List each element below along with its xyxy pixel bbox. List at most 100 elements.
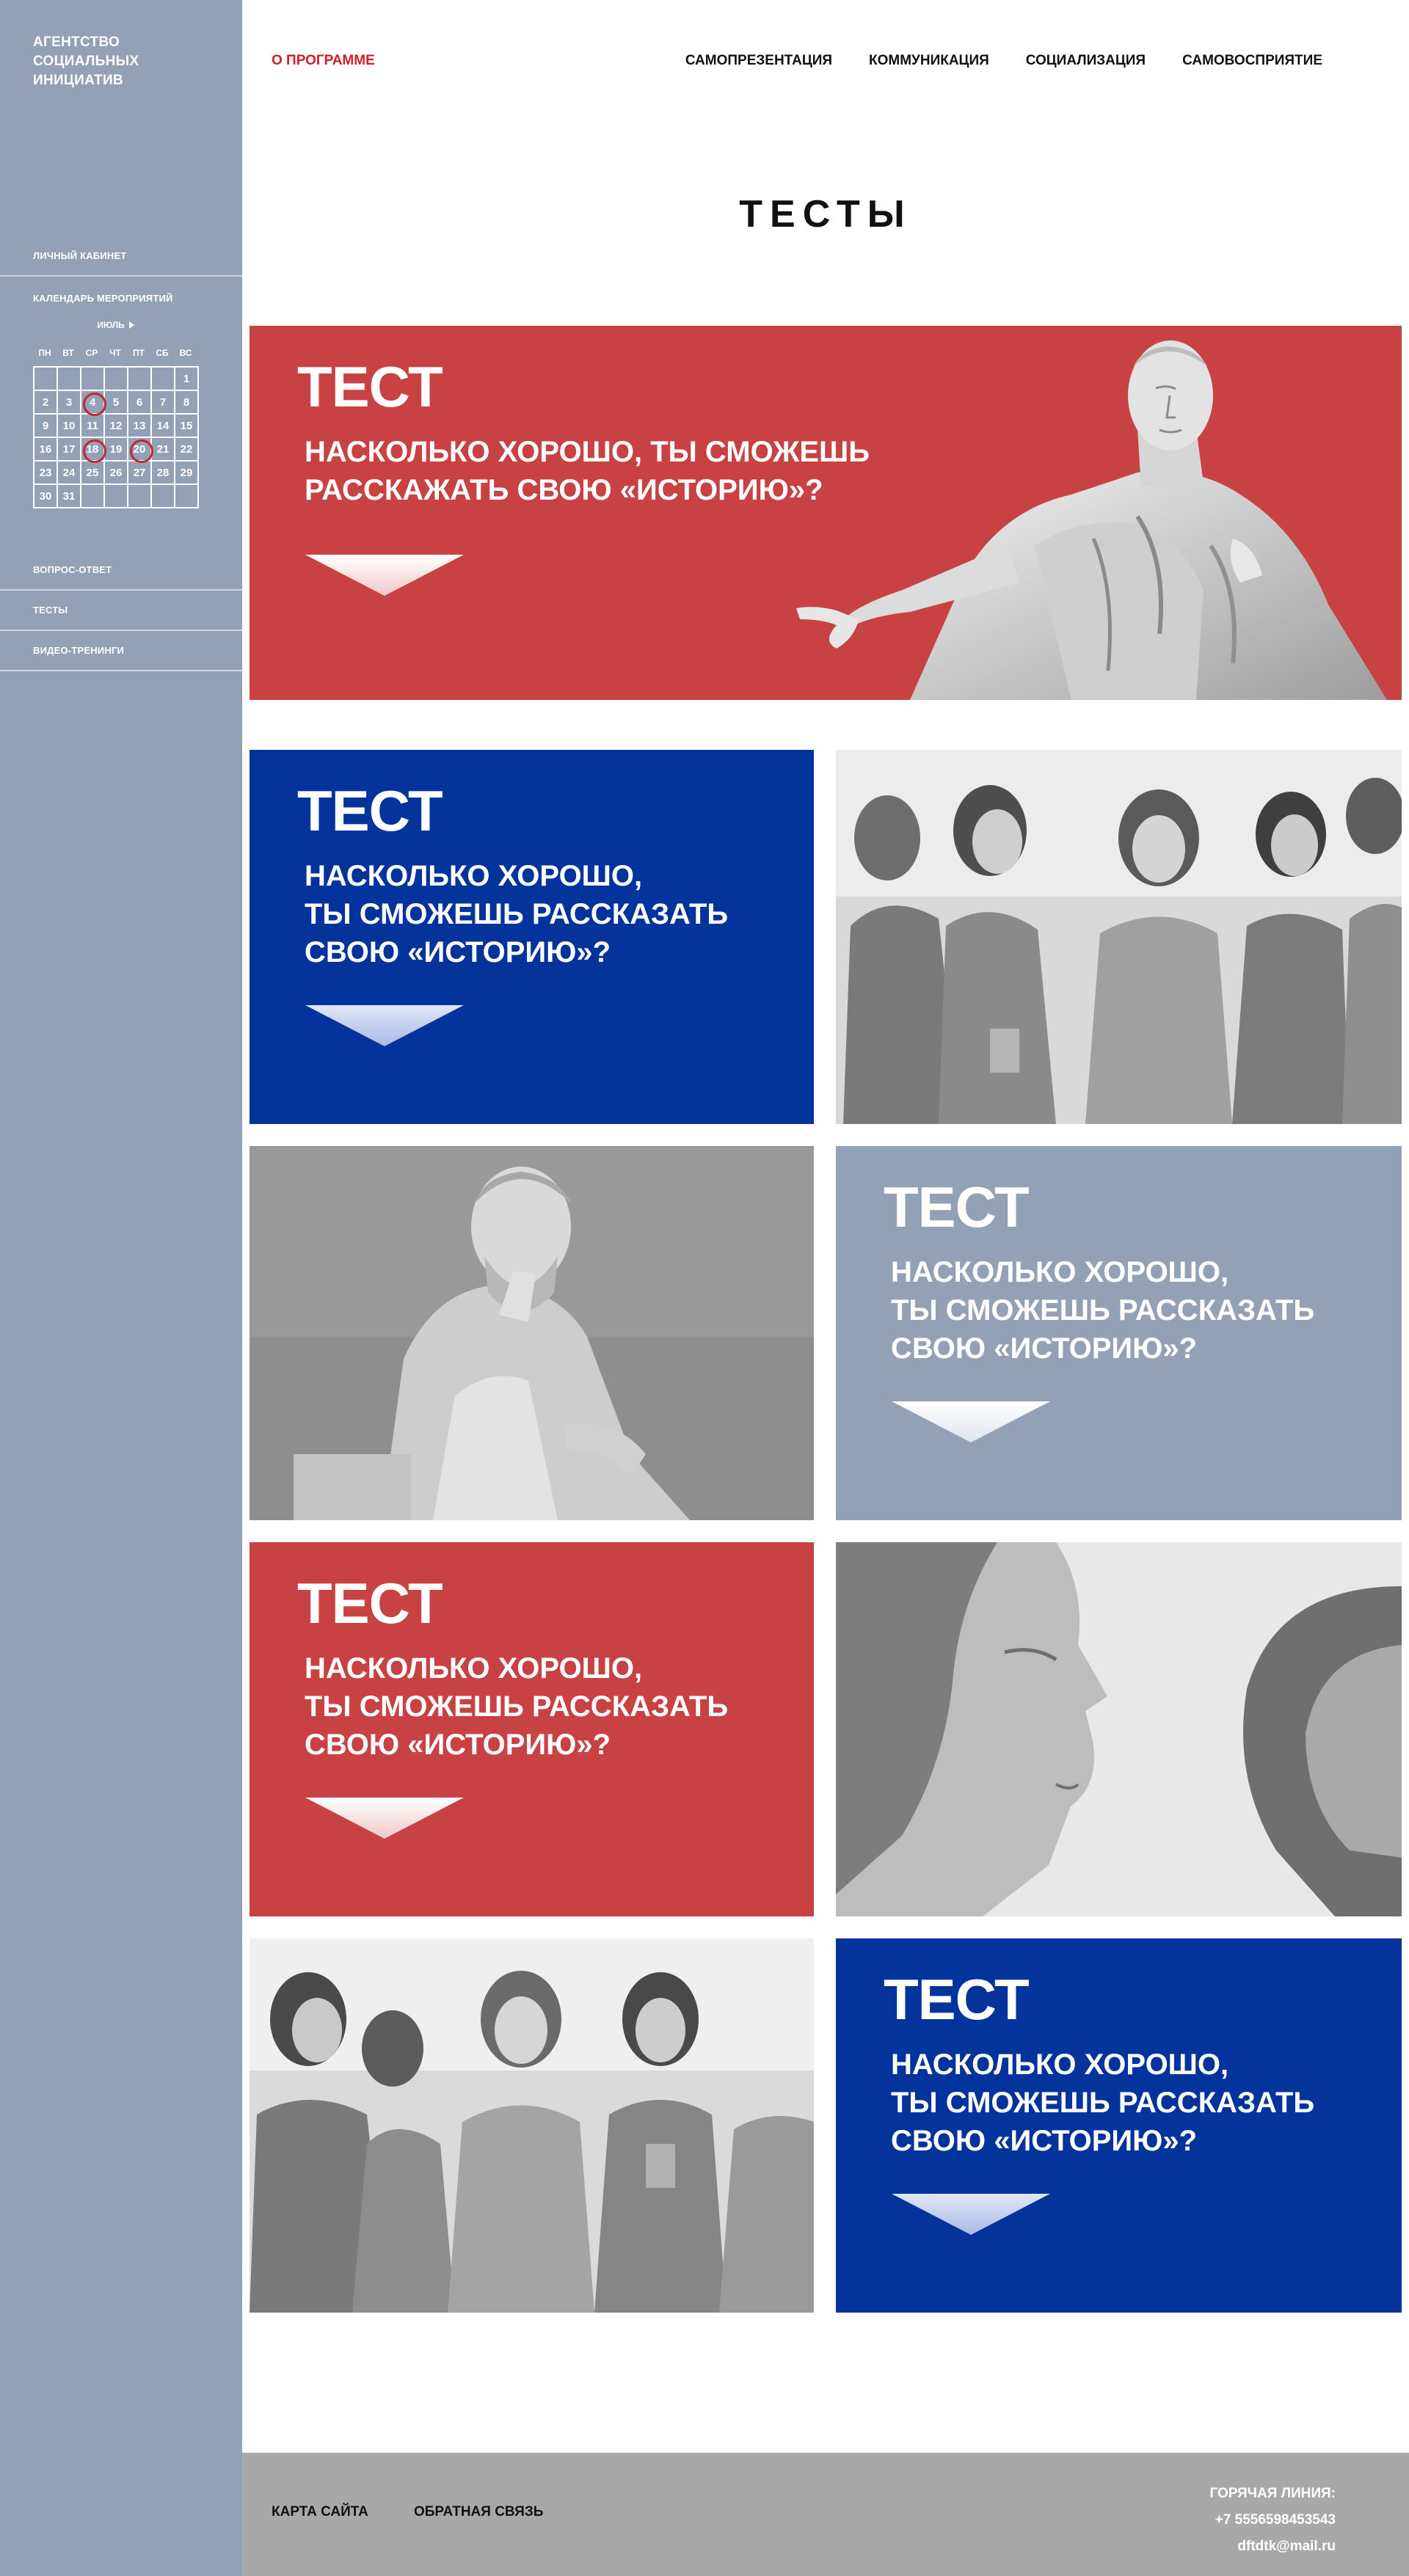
calendar-day[interactable]: 29 bbox=[175, 461, 199, 485]
calendar-empty-cell bbox=[152, 485, 175, 508]
calendar-day[interactable]: 12 bbox=[105, 415, 128, 438]
test-question-line: РАССКАЖАТЬ СВОЮ «ИСТОРИЮ»? bbox=[305, 474, 823, 506]
calendar-day[interactable]: 15 bbox=[175, 415, 199, 438]
calendar-day[interactable]: 1 bbox=[175, 368, 199, 391]
sidebar-divider bbox=[0, 670, 242, 671]
test-card-hero[interactable]: ТЕСТ НАСКОЛЬКО ХОРОШО, ТЫ СМОЖЕШЬ РАССКА… bbox=[250, 326, 1402, 700]
chevron-down-icon[interactable] bbox=[892, 2194, 1050, 2235]
footer-feedback-link[interactable]: ОБРАТНАЯ СВЯЗЬ bbox=[414, 2504, 543, 2520]
calendar-empty-cell bbox=[105, 485, 128, 508]
calendar-month[interactable]: ИЮЛЬ bbox=[33, 320, 198, 330]
calendar-day[interactable]: 11 bbox=[81, 415, 105, 438]
calendar-month-label: ИЮЛЬ bbox=[97, 320, 125, 330]
calendar-day[interactable]: 30 bbox=[34, 485, 58, 508]
calendar-weekdays: ПН ВТ СР ЧТ ПТ СБ ВС bbox=[33, 348, 199, 358]
test-question-line: СВОЮ «ИСТОРИЮ»? bbox=[305, 936, 611, 968]
calendar-day[interactable]: 6 bbox=[128, 391, 152, 415]
test-question: НАСКОЛЬКО ХОРОШО, ТЫ СМОЖЕШЬ РАССКАЖАТЬ … bbox=[305, 433, 870, 509]
nav-communication[interactable]: КОММУНИКАЦИЯ bbox=[869, 53, 989, 69]
calendar-day[interactable]: 10 bbox=[58, 415, 81, 438]
calendar-day[interactable]: 2 bbox=[34, 391, 58, 415]
test-question-line: ТЫ СМОЖЕШЬ РАССКАЗАТЬ bbox=[305, 1690, 729, 1723]
brand-logo[interactable]: АГЕНТСТВО СОЦИАЛЬНЫХ ИНИЦИАТИВ bbox=[33, 33, 209, 90]
test-question-line: СВОЮ «ИСТОРИЮ»? bbox=[891, 2125, 1198, 2157]
calendar-day-event[interactable]: 18 bbox=[81, 438, 106, 463]
calendar-day[interactable]: 9 bbox=[34, 415, 58, 438]
calendar-day[interactable]: 3 bbox=[58, 391, 81, 415]
test-question-line: ТЫ СМОЖЕШЬ РАССКАЗАТЬ bbox=[891, 1294, 1315, 1327]
calendar-weekday: ПН bbox=[38, 348, 51, 358]
calendar-day[interactable]: 13 bbox=[128, 415, 152, 438]
calendar-day[interactable]: 31 bbox=[58, 485, 81, 508]
calendar-day[interactable]: 26 bbox=[105, 461, 128, 485]
group-photo-image bbox=[836, 750, 1402, 1124]
test-question: НАСКОЛЬКО ХОРОШО, ТЫ СМОЖЕШЬ РАССКАЗАТЬ … bbox=[305, 1649, 728, 1764]
chevron-down-icon[interactable] bbox=[892, 1401, 1050, 1442]
nav-self-presentation[interactable]: САМОПРЕЗЕНТАЦИЯ bbox=[685, 53, 832, 69]
nav-self-perception[interactable]: САМОВОСПРИЯТИЕ bbox=[1182, 53, 1322, 69]
calendar-day-event[interactable]: 4 bbox=[81, 391, 106, 416]
sidebar: АГЕНТСТВО СОЦИАЛЬНЫХ ИНИЦИАТИВ ЛИЧНЫЙ КА… bbox=[0, 0, 242, 2576]
sidebar-item-calendar[interactable]: КАЛЕНДАРЬ МЕРОПРИЯТИЙ bbox=[0, 293, 242, 304]
calendar-weekday: ПТ bbox=[133, 348, 145, 358]
calendar-day[interactable]: 19 bbox=[105, 438, 128, 461]
chevron-down-icon[interactable] bbox=[305, 1798, 464, 1839]
calendar-day[interactable]: 8 bbox=[175, 391, 199, 415]
test-card-blue[interactable]: ТЕСТ НАСКОЛЬКО ХОРОШО, ТЫ СМОЖЕШЬ РАССКА… bbox=[250, 750, 814, 1124]
calendar-day[interactable]: 28 bbox=[152, 461, 175, 485]
calendar-day[interactable]: 24 bbox=[58, 461, 81, 485]
test-card-grey[interactable]: ТЕСТ НАСКОЛЬКО ХОРОШО, ТЫ СМОЖЕШЬ РАССКА… bbox=[836, 1146, 1402, 1520]
calendar-grid: 1 2 3 4 5 6 7 8 9 10 11 12 13 14 15 16 17 18 19 20 21 22 23 24 2… bbox=[33, 366, 199, 508]
calendar-day[interactable]: 17 bbox=[58, 438, 81, 461]
calendar-empty-cell bbox=[81, 485, 105, 508]
calendar-day[interactable]: 27 bbox=[128, 461, 152, 485]
calendar-day[interactable]: 5 bbox=[105, 391, 128, 415]
calendar-weekday: ВС bbox=[179, 348, 192, 358]
calendar-empty-cell bbox=[105, 368, 128, 391]
nav-socialization[interactable]: СОЦИАЛИЗАЦИЯ bbox=[1026, 53, 1146, 69]
sidebar-item-faq[interactable]: ВОПРОС-ОТВЕТ bbox=[0, 564, 242, 575]
calendar-empty-cell bbox=[128, 485, 152, 508]
test-question-line: НАСКОЛЬКО ХОРОШО, bbox=[891, 1256, 1229, 1288]
footer-sitemap-link[interactable]: КАРТА САЙТА bbox=[272, 2504, 368, 2520]
footer-contacts: ГОРЯЧАЯ ЛИНИЯ: +7 5556598453543 dftdtk@m… bbox=[1209, 2481, 1336, 2560]
test-question-line: ТЫ СМОЖЕШЬ РАССКАЗАТЬ bbox=[891, 2087, 1315, 2119]
test-tag: ТЕСТ bbox=[884, 1967, 1030, 2032]
calendar-empty-cell bbox=[128, 368, 152, 391]
calendar-day-event[interactable]: 20 bbox=[128, 438, 153, 463]
calendar-day[interactable]: 7 bbox=[152, 391, 175, 415]
test-tag: ТЕСТ bbox=[297, 778, 443, 843]
sidebar-item-tests[interactable]: ТЕСТЫ bbox=[0, 605, 242, 616]
thinker-statue-image bbox=[250, 1146, 814, 1520]
calendar-day[interactable]: 23 bbox=[34, 461, 58, 485]
next-month-icon[interactable] bbox=[128, 321, 134, 329]
sidebar-item-video[interactable]: ВИДЕО-ТРЕНИНГИ bbox=[0, 645, 242, 656]
calendar-day[interactable]: 21 bbox=[152, 438, 175, 461]
sidebar-item-account[interactable]: ЛИЧНЫЙ КАБИНЕТ bbox=[0, 250, 242, 261]
chevron-down-icon[interactable] bbox=[305, 555, 464, 596]
test-question-line: ТЫ СМОЖЕШЬ РАССКАЗАТЬ bbox=[305, 898, 729, 930]
test-question-line: СВОЮ «ИСТОРИЮ»? bbox=[305, 1729, 611, 1761]
sidebar-divider bbox=[0, 630, 242, 631]
hotline-phone[interactable]: +7 5556598453543 bbox=[1209, 2507, 1336, 2533]
sidebar-divider bbox=[0, 589, 242, 591]
orator-statue-image bbox=[796, 340, 1387, 700]
top-nav: САМОПРЕЗЕНТАЦИЯ КОММУНИКАЦИЯ СОЦИАЛИЗАЦИ… bbox=[685, 53, 1322, 69]
chevron-down-icon[interactable] bbox=[305, 1005, 464, 1046]
statue-profile-image bbox=[836, 1542, 1402, 1916]
calendar-day[interactable]: 16 bbox=[34, 438, 58, 461]
test-card-blue[interactable]: ТЕСТ НАСКОЛЬКО ХОРОШО, ТЫ СМОЖЕШЬ РАССКА… bbox=[836, 1938, 1402, 2313]
calendar-empty-cell bbox=[175, 485, 199, 508]
footer: КАРТА САЙТА ОБРАТНАЯ СВЯЗЬ ГОРЯЧАЯ ЛИНИЯ… bbox=[242, 2453, 1409, 2576]
test-card-red[interactable]: ТЕСТ НАСКОЛЬКО ХОРОШО, ТЫ СМОЖЕШЬ РАССКА… bbox=[250, 1542, 814, 1916]
test-question-line: СВОЮ «ИСТОРИЮ»? bbox=[891, 1332, 1198, 1365]
calendar-weekday: СБ bbox=[156, 348, 169, 358]
test-question-line: НАСКОЛЬКО ХОРОШО, bbox=[305, 1652, 643, 1685]
calendar-day[interactable]: 22 bbox=[175, 438, 199, 461]
test-tag: ТЕСТ bbox=[297, 1571, 443, 1635]
calendar-day[interactable]: 14 bbox=[152, 415, 175, 438]
contact-email[interactable]: dftdtk@mail.ru bbox=[1209, 2533, 1336, 2560]
calendar-day[interactable]: 25 bbox=[81, 461, 105, 485]
nav-about[interactable]: О ПРОГРАММЕ bbox=[272, 53, 375, 69]
calendar-empty-cell bbox=[81, 368, 105, 391]
